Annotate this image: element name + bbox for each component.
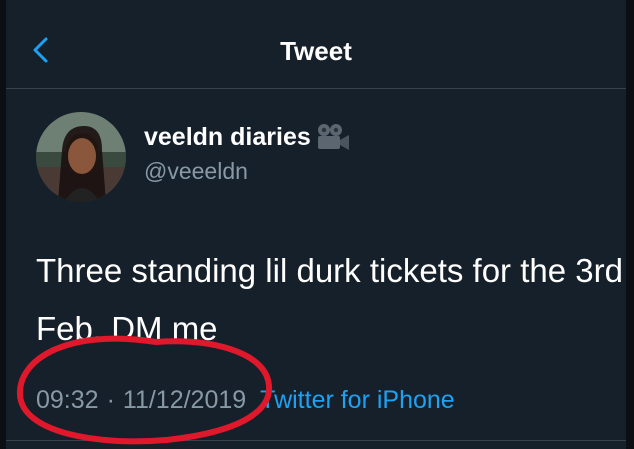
movie-camera-icon: [317, 124, 349, 150]
author-handle[interactable]: @veeeldn: [144, 158, 248, 185]
background-bleed-text: [46, 0, 206, 6]
tweet-time: 09:32: [36, 386, 99, 414]
author-name-row: veeldn diaries: [144, 122, 351, 152]
tweet-detail-screen: Tweet veeldn diaries @veeeldn Three stan…: [6, 0, 626, 449]
tweet-date: 11/12/2019: [122, 386, 247, 414]
screen-edge: [626, 0, 634, 449]
author-display-name[interactable]: veeldn diaries: [144, 123, 311, 152]
meta-separator: ·: [106, 386, 115, 414]
tweet-source-link[interactable]: Twitter for iPhone: [260, 386, 455, 415]
avatar[interactable]: [36, 112, 126, 202]
avatar-photo: [36, 112, 126, 202]
divider: [6, 440, 626, 441]
top-nav-bar: Tweet: [6, 12, 626, 89]
page-title: Tweet: [280, 36, 352, 66]
tweet-text: Three standing lil durk tickets for the …: [36, 252, 623, 347]
tweet-meta: 09:32 · 11/12/2019 Twitter for iPhone: [36, 386, 455, 415]
